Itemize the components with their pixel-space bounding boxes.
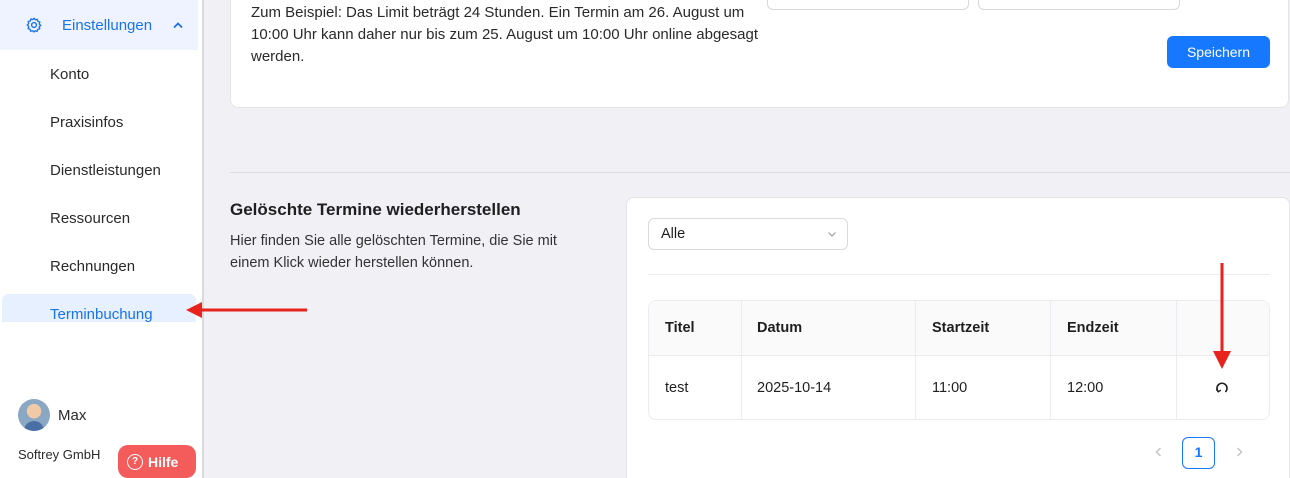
card-separator — [648, 274, 1270, 275]
column-divider — [1176, 301, 1177, 419]
cell-title: test — [665, 380, 689, 396]
gear-icon — [26, 17, 42, 33]
chevron-up-icon — [173, 22, 183, 28]
cell-date: 2025-10-14 — [757, 380, 832, 396]
avatar[interactable] — [18, 399, 50, 431]
section-title: Gelöschte Termine wiederherstellen — [230, 200, 521, 219]
section-divider — [230, 172, 1290, 173]
column-header-titel[interactable]: Titel — [665, 320, 695, 336]
sidebar: Einstellungen Konto Praxisinfos Dienstle… — [0, 0, 204, 478]
deleted-appointments-card: Alle Titel Datum Startzeit Endzeit test … — [626, 197, 1290, 478]
save-button[interactable]: Speichern — [1167, 36, 1270, 68]
annotation-arrow-down — [1213, 263, 1231, 369]
help-button[interactable]: ? Hilfe — [118, 445, 196, 478]
sidebar-item-rechnungen[interactable]: Rechnungen — [50, 258, 135, 275]
example-text: Zum Beispiel: Das Limit beträgt 24 Stund… — [251, 4, 758, 65]
company-name: Softrey GmbH — [18, 447, 101, 462]
column-header-startzeit[interactable]: Startzeit — [932, 320, 989, 336]
pagination-page-1[interactable]: 1 — [1182, 437, 1215, 469]
help-label: Hilfe — [148, 453, 179, 470]
column-header-endzeit[interactable]: Endzeit — [1067, 320, 1119, 336]
column-divider — [1050, 301, 1051, 419]
filter-select[interactable]: Alle — [648, 218, 848, 250]
sidebar-group-settings[interactable]: Einstellungen — [0, 0, 198, 50]
user-name[interactable]: Max — [58, 407, 86, 424]
cancellation-limit-card: Zum Beispiel: Das Limit beträgt 24 Stund… — [230, 0, 1289, 108]
column-divider — [741, 301, 742, 419]
deleted-appointments-table: Titel Datum Startzeit Endzeit test 2025-… — [648, 300, 1270, 420]
sidebar-settings-label: Einstellungen — [62, 17, 153, 34]
pagination-prev-icon[interactable] — [1153, 446, 1165, 458]
column-divider — [915, 301, 916, 419]
sidebar-item-dienstleistungen[interactable]: Dienstleistungen — [50, 162, 161, 179]
cell-start: 11:00 — [932, 380, 968, 396]
limit-unit-select[interactable] — [978, 0, 1180, 10]
chevron-down-icon — [828, 232, 836, 237]
pagination-next-icon[interactable] — [1233, 446, 1245, 458]
cell-end: 12:00 — [1067, 380, 1104, 396]
sidebar-item-terminbuchung[interactable]: Terminbuchung — [50, 306, 153, 323]
column-header-datum[interactable]: Datum — [757, 320, 802, 336]
filter-select-value: Alle — [661, 226, 686, 242]
sidebar-item-konto[interactable]: Konto — [50, 66, 89, 83]
question-icon: ? — [127, 453, 143, 470]
section-description: Hier finden Sie alle gelöschten Termine,… — [230, 233, 557, 271]
sidebar-item-ressourcen[interactable]: Ressourcen — [50, 210, 130, 227]
sidebar-item-praxisinfos[interactable]: Praxisinfos — [50, 114, 123, 131]
restore-icon[interactable] — [1215, 381, 1229, 395]
limit-value-input[interactable] — [767, 0, 969, 10]
annotation-arrow-left — [186, 302, 307, 318]
